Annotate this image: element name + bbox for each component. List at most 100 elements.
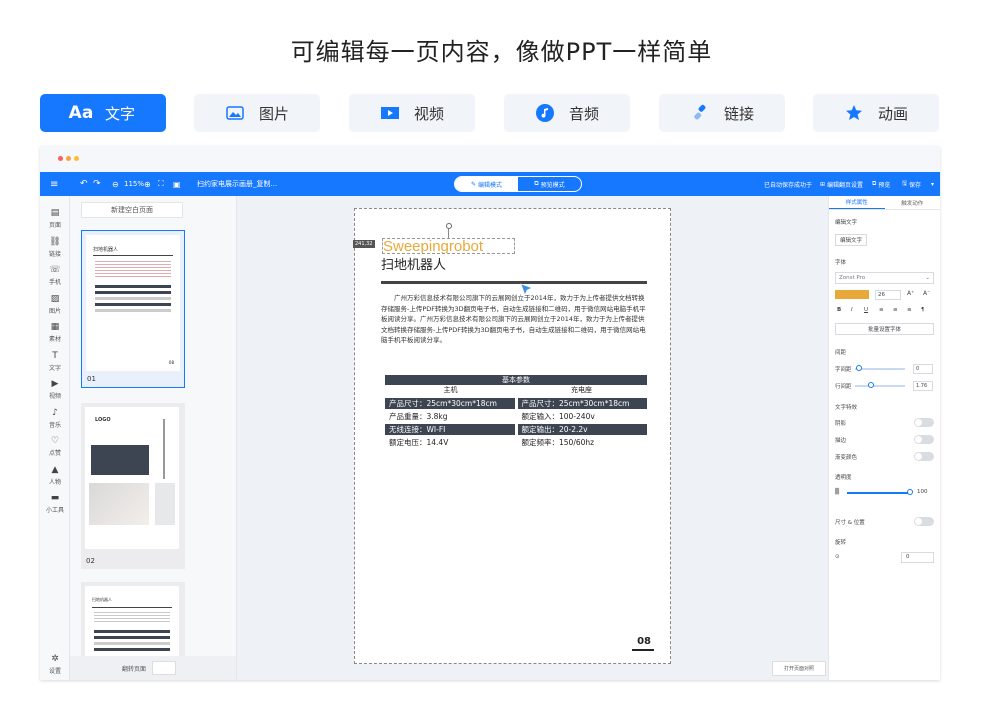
page-number: 08 <box>637 636 651 647</box>
font-decrease-icon[interactable]: A⁻ <box>923 290 930 297</box>
letter-spacing-label: 字间距 <box>835 367 852 373</box>
section-spacing: 间距 <box>835 350 847 356</box>
menu-icon[interactable]: ≡ <box>50 172 58 196</box>
open-page-compare-button[interactable]: 打开页面对照 <box>772 661 826 676</box>
bold-button[interactable]: B <box>837 307 841 313</box>
page-settings-button[interactable]: ⊞ 编辑翻页设置 <box>820 172 863 196</box>
align-center-icon[interactable]: ≡ <box>893 307 898 313</box>
align-left-icon[interactable]: ≡ <box>879 307 884 313</box>
link-icon <box>690 104 710 122</box>
page-title[interactable]: 扫地机器人 <box>381 254 446 273</box>
font-size-select[interactable]: 26 <box>875 290 901 300</box>
stroke-toggle[interactable] <box>914 435 934 444</box>
sidebar-item-label: 链接 <box>48 250 61 258</box>
color-swatch[interactable] <box>835 290 869 299</box>
italic-button[interactable]: I <box>851 307 853 313</box>
page-thumbnail-02[interactable]: LOGO 02 <box>81 403 185 569</box>
tab-animation[interactable]: 动画 <box>813 94 939 132</box>
sidebar-item-8[interactable]: ♡ 点赞 <box>40 436 70 457</box>
table-row: 无线连接：WI-FI 额定输出：20-2.2v <box>385 424 647 435</box>
save-button[interactable]: 🖫 保存 <box>902 172 921 196</box>
sidebar-item-2[interactable]: ☏ 手机 <box>40 265 70 286</box>
selected-text-box[interactable]: Sweepingrobot <box>382 238 515 254</box>
edit-text-button[interactable]: 编辑文字 <box>835 234 867 246</box>
document-title[interactable]: 扫约家电展示画册_复制... <box>197 172 277 196</box>
paragraph-icon[interactable]: ¶ <box>921 307 925 313</box>
chevron-down-icon[interactable]: ▾ <box>931 172 934 196</box>
redo-icon[interactable]: ↷ <box>93 172 101 196</box>
close-dot[interactable] <box>58 156 63 161</box>
tab-actions[interactable]: 触发动作 <box>885 196 941 209</box>
letter-spacing-value[interactable]: 0 <box>913 364 933 374</box>
letter-spacing-knob[interactable] <box>856 365 862 371</box>
tab-style[interactable]: 样式属性 <box>829 196 885 209</box>
flip-page-box[interactable] <box>152 661 177 675</box>
tab-audio[interactable]: 音频 <box>504 94 630 132</box>
undo-icon[interactable]: ↶ <box>80 172 88 196</box>
preview-mode-button[interactable]: ⧉ 预览模式 <box>518 177 581 191</box>
line-spacing-slider[interactable] <box>855 385 905 387</box>
tab-text[interactable]: Aa 文字 <box>40 94 166 132</box>
sidebar-item-label: 文字 <box>48 364 61 372</box>
tab-label: 图片 <box>258 104 289 123</box>
opacity-slider[interactable] <box>847 492 911 494</box>
settings-icon: ✲ <box>51 654 59 664</box>
image-icon: ▨ <box>50 293 60 304</box>
letter-spacing-slider[interactable] <box>855 368 905 370</box>
underline-button[interactable]: U <box>864 307 868 313</box>
font-increase-icon[interactable]: A⁺ <box>907 290 914 297</box>
sidebar-item-10[interactable]: ▬ 小工具 <box>40 493 70 514</box>
tab-video[interactable]: 视频 <box>349 94 475 132</box>
table-cell: 产品重量：3.8kg <box>389 412 448 421</box>
new-blank-page-button[interactable]: 新建空白页面 <box>81 202 183 218</box>
sidebar-item-5[interactable]: T 文字 <box>40 351 70 372</box>
zoom-out-icon[interactable]: ⊖ <box>112 172 119 196</box>
properties-tabs: 样式属性 触发动作 <box>829 196 940 210</box>
fit-screen-icon[interactable]: ⛶ <box>158 172 164 196</box>
zoom-in-icon[interactable]: ⊕ <box>144 172 151 196</box>
sidebar-item-4[interactable]: ▦ 素材 <box>40 322 70 343</box>
edit-mode-button[interactable]: ✎ 编辑模式 <box>455 177 518 191</box>
spec-table[interactable]: 基本参数 主机 充电座 产品尺寸：25cm*30cm*18cm 产品尺寸：25cm… <box>385 375 647 448</box>
body-paragraph[interactable]: 广州万彩信息技术有限公司旗下的云展网创立于2014年，致力于为上传者提供文档转换… <box>381 293 647 346</box>
size-position-toggle[interactable] <box>914 517 934 526</box>
tab-link[interactable]: 链接 <box>659 94 785 132</box>
rotate-input[interactable]: 0 <box>901 552 934 563</box>
sidebar-item-label: 点赞 <box>48 450 61 457</box>
gradient-toggle[interactable] <box>914 452 934 461</box>
image-icon <box>225 104 245 122</box>
sidebar-item-0[interactable]: ▤ 页面 <box>40 208 70 229</box>
page-settings-label: 编辑翻页设置 <box>826 181 863 189</box>
table-cell: 额定频率：150/60hz <box>521 438 595 447</box>
rotate-handle[interactable] <box>446 223 452 229</box>
page-thumbnail-01[interactable]: 扫地机器人 08 01 <box>81 230 185 388</box>
sidebar-item-label: 视频 <box>48 393 61 400</box>
opacity-icon: ▒ <box>835 489 840 495</box>
autosave-status: 已自动保存成功于 <box>764 181 813 189</box>
page-settings-icon: ⊞ <box>820 180 827 188</box>
line-spacing-knob[interactable] <box>868 382 874 388</box>
save-label: 保存 <box>909 181 922 189</box>
preview-button[interactable]: ⧉ 预览 <box>872 172 890 196</box>
opacity-value: 100 <box>917 489 928 495</box>
zoom-level: 115% <box>124 180 145 188</box>
sidebar-item-1[interactable]: ⛓ 链接 <box>40 237 70 258</box>
editor-canvas: 241,32 Sweepingrobot 扫地机器人 广州万彩信息技术有限公司旗… <box>237 196 828 680</box>
sidebar-item-3[interactable]: ▨ 图片 <box>40 294 70 315</box>
sidebar-item-6[interactable]: ▶ 视频 <box>40 379 70 400</box>
line-spacing-value[interactable]: 1.76 <box>913 381 933 391</box>
sidebar-item-9[interactable]: ▲ 人物 <box>40 465 70 486</box>
batch-font-button[interactable]: 批量设置字体 <box>835 323 934 335</box>
sidebar-item-7[interactable]: ♪ 音乐 <box>40 408 70 429</box>
minimize-dot[interactable] <box>66 156 71 161</box>
align-right-icon[interactable]: ≡ <box>907 307 912 313</box>
grid-icon: ▦ <box>50 322 60 332</box>
font-select[interactable]: Zonst Pro ⌄ <box>835 272 934 284</box>
tab-image[interactable]: 图片 <box>194 94 320 132</box>
shadow-toggle[interactable] <box>914 418 934 427</box>
sidebar-item-11[interactable]: ✲ 设置 <box>40 654 70 675</box>
opacity-knob[interactable] <box>907 489 913 495</box>
maximize-dot[interactable] <box>74 156 79 161</box>
fullscreen-icon[interactable]: ▣ <box>173 172 181 196</box>
flip-page-label[interactable]: 翻转页面 <box>122 664 146 673</box>
